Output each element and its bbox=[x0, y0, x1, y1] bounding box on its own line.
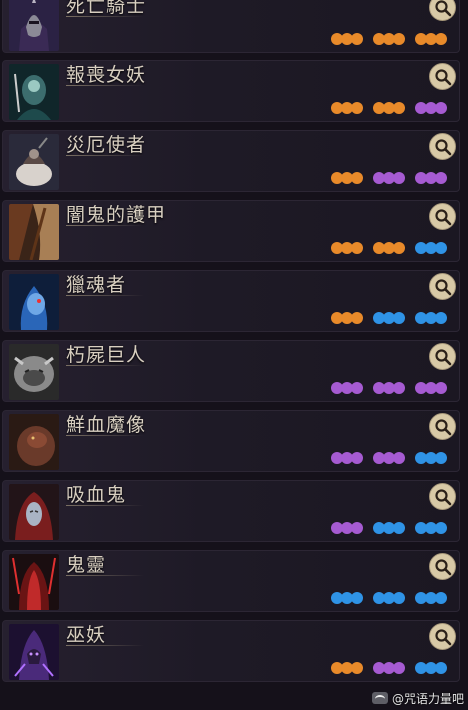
name-underline bbox=[66, 16, 144, 17]
name-underline bbox=[66, 225, 144, 226]
rarity-dots bbox=[331, 662, 447, 674]
blue-dot bbox=[435, 452, 447, 464]
unit-row: 巫妖 bbox=[2, 620, 460, 682]
blue-dot bbox=[435, 522, 447, 534]
unit-row: 吸血鬼 bbox=[2, 480, 460, 542]
rarity-dots bbox=[331, 312, 447, 324]
purple-dot bbox=[393, 172, 405, 184]
orange-dot bbox=[351, 102, 363, 114]
blue-dot bbox=[435, 312, 447, 324]
corpse-giant-portrait bbox=[9, 344, 59, 400]
blue-dot bbox=[393, 312, 405, 324]
orange-dot bbox=[351, 662, 363, 674]
details-search-button[interactable] bbox=[429, 553, 456, 580]
purple-dot bbox=[351, 382, 363, 394]
rarity-dots bbox=[331, 452, 447, 464]
rarity-dots bbox=[331, 522, 447, 534]
unit-row: 獵魂者 bbox=[2, 270, 460, 332]
purple-dot bbox=[393, 452, 405, 464]
unit-name: 獵魂者 bbox=[66, 274, 127, 296]
unit-row: 報喪女妖 bbox=[2, 60, 460, 122]
rarity-dots bbox=[331, 172, 447, 184]
details-search-button[interactable] bbox=[429, 203, 456, 230]
unit-name: 災厄使者 bbox=[66, 134, 147, 156]
blue-dot bbox=[435, 662, 447, 674]
shadow-armor-portrait bbox=[9, 204, 59, 260]
rarity-dots bbox=[331, 242, 447, 254]
soul-hunter-portrait bbox=[9, 274, 59, 330]
blue-dot bbox=[393, 592, 405, 604]
unit-row: 死亡騎士 bbox=[2, 0, 460, 53]
death-knight-portrait bbox=[9, 0, 59, 51]
unit-name: 鬼靈 bbox=[66, 554, 107, 576]
details-search-button[interactable] bbox=[429, 63, 456, 90]
unit-name: 鮮血魔像 bbox=[66, 414, 147, 436]
name-underline bbox=[66, 645, 144, 646]
banshee-portrait bbox=[9, 64, 59, 120]
unit-name: 巫妖 bbox=[66, 624, 107, 646]
orange-dot bbox=[393, 102, 405, 114]
details-search-button[interactable] bbox=[429, 623, 456, 650]
orange-dot bbox=[351, 242, 363, 254]
orange-dot bbox=[393, 242, 405, 254]
name-underline bbox=[66, 295, 144, 296]
unit-row: 鬼靈 bbox=[2, 550, 460, 612]
watermark-text: @咒语力量吧 bbox=[391, 691, 464, 706]
blue-dot bbox=[435, 592, 447, 604]
purple-dot bbox=[351, 452, 363, 464]
rarity-dots bbox=[331, 33, 447, 45]
orange-dot bbox=[351, 172, 363, 184]
purple-dot bbox=[351, 522, 363, 534]
name-underline bbox=[66, 85, 144, 86]
rarity-dots bbox=[331, 382, 447, 394]
name-underline bbox=[66, 505, 144, 506]
details-search-button[interactable] bbox=[429, 343, 456, 370]
unit-row: 災厄使者 bbox=[2, 130, 460, 192]
blue-dot bbox=[351, 592, 363, 604]
lich-portrait bbox=[9, 624, 59, 680]
blue-dot bbox=[393, 522, 405, 534]
doom-bringer-portrait bbox=[9, 134, 59, 190]
blue-dot bbox=[435, 242, 447, 254]
watermark: @咒语力量吧 bbox=[371, 689, 464, 707]
name-underline bbox=[66, 155, 144, 156]
orange-dot bbox=[351, 312, 363, 324]
unit-row: 闇鬼的護甲 bbox=[2, 200, 460, 262]
unit-row: 鮮血魔像 bbox=[2, 410, 460, 472]
details-search-button[interactable] bbox=[429, 483, 456, 510]
purple-dot bbox=[393, 662, 405, 674]
unit-row: 朽屍巨人 bbox=[2, 340, 460, 402]
unit-name: 吸血鬼 bbox=[66, 484, 127, 506]
name-underline bbox=[66, 575, 144, 576]
details-search-button[interactable] bbox=[429, 133, 456, 160]
orange-dot bbox=[351, 33, 363, 45]
rarity-dots bbox=[331, 102, 447, 114]
unit-name: 闇鬼的護甲 bbox=[66, 204, 167, 226]
vampire-portrait bbox=[9, 484, 59, 540]
unit-name: 朽屍巨人 bbox=[66, 344, 147, 366]
blood-golem-portrait bbox=[9, 414, 59, 470]
orange-dot bbox=[435, 33, 447, 45]
purple-dot bbox=[435, 172, 447, 184]
name-underline bbox=[66, 365, 144, 366]
details-search-button[interactable] bbox=[429, 413, 456, 440]
purple-dot bbox=[435, 102, 447, 114]
details-search-button[interactable] bbox=[429, 273, 456, 300]
rarity-dots bbox=[331, 592, 447, 604]
wraith-portrait bbox=[9, 554, 59, 610]
orange-dot bbox=[393, 33, 405, 45]
tieba-logo-icon bbox=[371, 692, 388, 704]
purple-dot bbox=[435, 382, 447, 394]
purple-dot bbox=[393, 382, 405, 394]
unit-list: 死亡騎士 報喪女妖 災厄使者 闇鬼的護甲 獵魂者 朽屍巨人 鮮血魔像 吸血鬼 鬼… bbox=[0, 0, 468, 710]
unit-name: 報喪女妖 bbox=[66, 64, 147, 86]
name-underline bbox=[66, 435, 144, 436]
details-search-button[interactable] bbox=[429, 0, 456, 21]
